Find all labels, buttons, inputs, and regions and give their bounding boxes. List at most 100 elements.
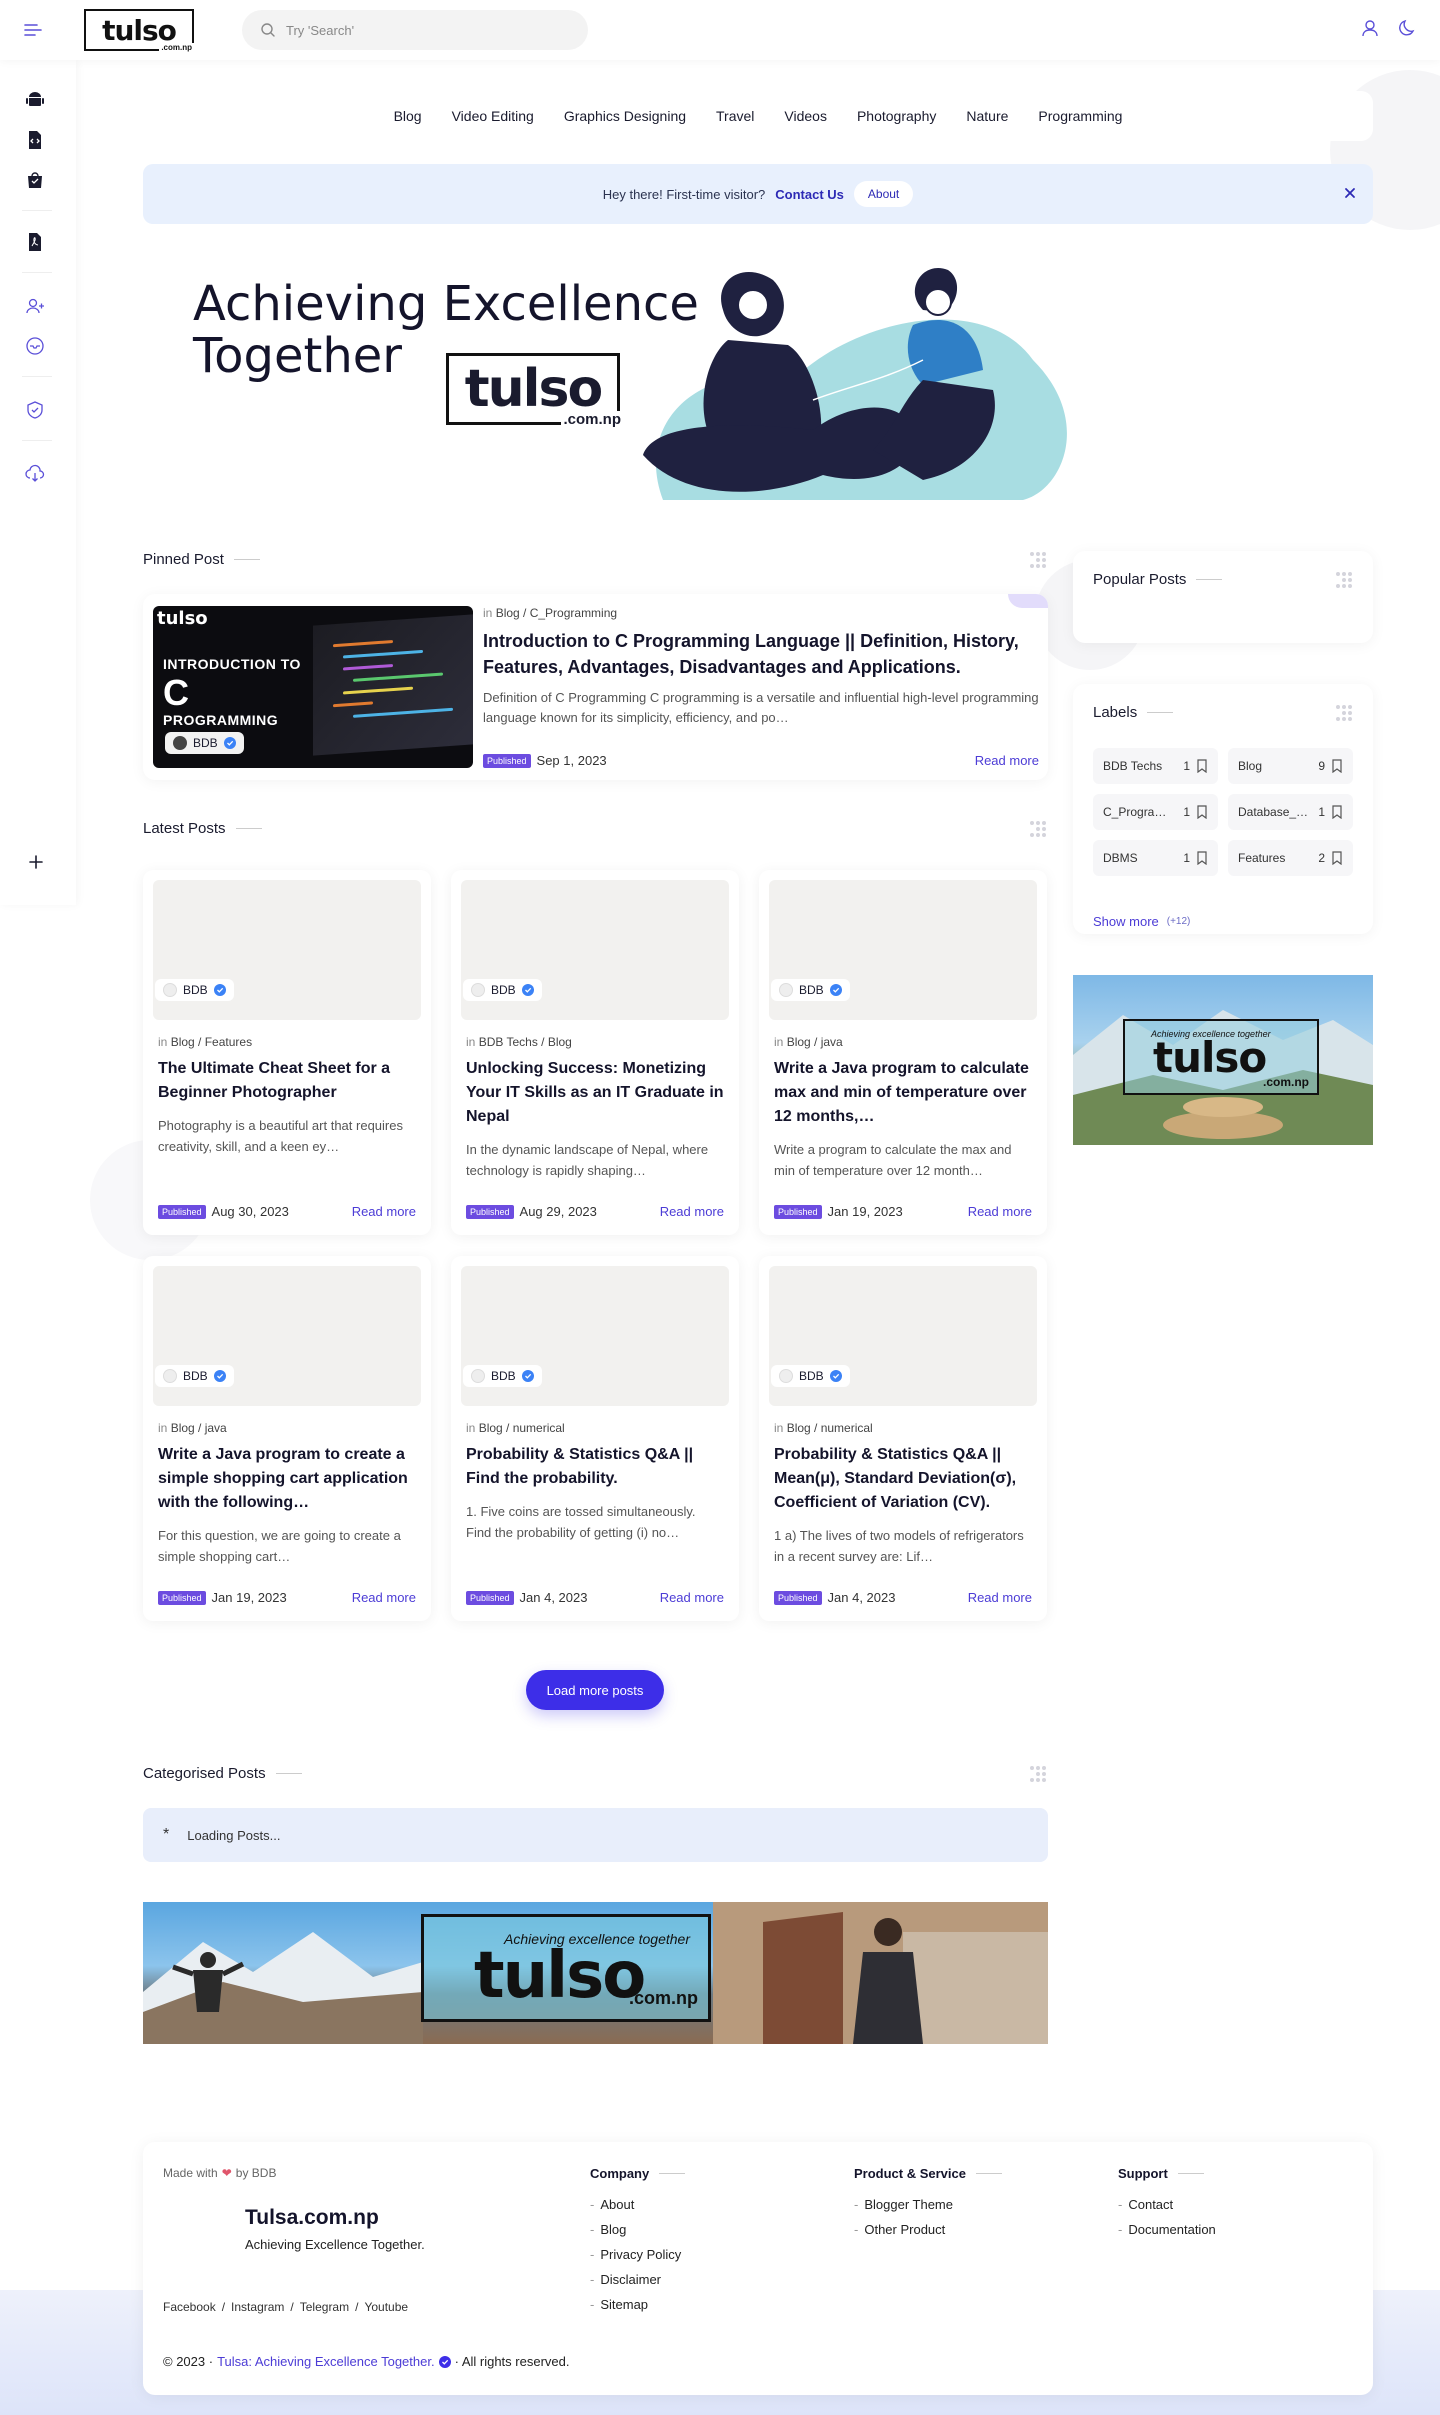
footer-site-name[interactable]: Tulsa.com.np <box>245 2206 379 2230</box>
telegram-link[interactable]: Telegram <box>300 2300 349 2314</box>
menu-icon[interactable] <box>22 20 46 40</box>
copyright-brand-link[interactable]: Tulsa: Achieving Excellence Together. <box>217 2354 435 2369</box>
footer-link-about[interactable]: About <box>590 2197 685 2212</box>
label-item[interactable]: Features 2 <box>1228 840 1353 876</box>
post-thumbnail[interactable]: tulso INTRODUCTION TO C PROGRAMMING BDB <box>153 606 473 768</box>
author-chip[interactable]: BDB <box>463 1365 542 1387</box>
footer-link-documentation[interactable]: Documentation <box>1118 2222 1215 2237</box>
author-chip[interactable]: BDB <box>463 979 542 1001</box>
shield-icon[interactable] <box>25 400 45 420</box>
post-title[interactable]: Introduction to C Programming Language |… <box>483 628 1039 680</box>
label-item[interactable]: BDB Techs 1 <box>1093 748 1218 784</box>
users-icon[interactable] <box>25 296 45 316</box>
drag-handle-icon[interactable] <box>1029 1765 1047 1783</box>
footer-link-blog[interactable]: Blog <box>590 2222 685 2237</box>
footer-link-privacy-policy[interactable]: Privacy Policy <box>590 2247 685 2262</box>
crumb-path[interactable]: Blog / numerical <box>787 1421 873 1435</box>
facebook-link[interactable]: Facebook <box>163 2300 216 2314</box>
read-more-link[interactable]: Read more <box>975 753 1039 768</box>
post-title[interactable]: Probability & Statistics Q&A || Find the… <box>466 1443 724 1491</box>
nav-item-nature[interactable]: Nature <box>966 108 1008 124</box>
pinned-post-card[interactable]: tulso INTRODUCTION TO C PROGRAMMING BDB … <box>143 594 1048 780</box>
label-item[interactable]: Database_… 1 <box>1228 794 1353 830</box>
footer-link-blogger-theme[interactable]: Blogger Theme <box>854 2197 1002 2212</box>
footer-link-contact[interactable]: Contact <box>1118 2197 1216 2212</box>
footer-link-disclaimer[interactable]: Disclaimer <box>590 2272 685 2287</box>
read-more-link[interactable]: Read more <box>968 1590 1032 1605</box>
youtube-link[interactable]: Youtube <box>364 2300 408 2314</box>
drag-handle-icon[interactable] <box>1029 551 1047 569</box>
post-card[interactable]: BDB in Blog / Features The Ultimate Cheat … <box>143 870 431 1235</box>
author-chip[interactable]: BDB <box>771 979 850 1001</box>
post-title[interactable]: Probability & Statistics Q&A || Mean(μ),… <box>774 1443 1032 1515</box>
site-logo[interactable]: tulso .com.np <box>84 9 194 52</box>
close-icon[interactable] <box>1343 186 1357 200</box>
post-card[interactable]: BDB in Blog / numerical Probability & Stat… <box>451 1256 739 1621</box>
nav-item-video-editing[interactable]: Video Editing <box>452 108 534 124</box>
label-item[interactable]: C_Progra… 1 <box>1093 794 1218 830</box>
user-icon[interactable] <box>1360 18 1380 38</box>
read-more-link[interactable]: Read more <box>660 1590 724 1605</box>
search-bar[interactable] <box>242 10 588 50</box>
crumb-path[interactable]: Blog / Features <box>171 1035 252 1049</box>
nav-item-photography[interactable]: Photography <box>857 108 936 124</box>
load-more-button[interactable]: Load more posts <box>526 1670 664 1710</box>
cloud-download-icon[interactable] <box>25 464 45 484</box>
crumb-path[interactable]: Blog / numerical <box>479 1421 565 1435</box>
post-breadcrumb[interactable]: in BDB Techs / Blog <box>466 1035 724 1049</box>
post-card[interactable]: BDB in Blog / numerical Probability & Stat… <box>759 1256 1047 1621</box>
pdf-file-icon[interactable] <box>25 232 45 252</box>
inbox-icon[interactable] <box>25 336 45 356</box>
read-more-link[interactable]: Read more <box>352 1590 416 1605</box>
footer-link-sitemap[interactable]: Sitemap <box>590 2297 685 2312</box>
post-card[interactable]: BDB in BDB Techs / Blog Unlocking Success:… <box>451 870 739 1235</box>
nav-item-programming[interactable]: Programming <box>1038 108 1122 124</box>
search-input[interactable] <box>286 22 566 38</box>
post-breadcrumb[interactable]: in Blog / C_Programming <box>483 606 1039 620</box>
nav-item-blog[interactable]: Blog <box>394 108 422 124</box>
read-more-link[interactable]: Read more <box>352 1204 416 1219</box>
code-file-icon[interactable] <box>25 130 45 150</box>
crumb-path[interactable]: Blog / java <box>171 1421 227 1435</box>
promo-banner[interactable]: Achieving excellence together tulso .com… <box>143 1902 1048 2044</box>
drag-handle-icon[interactable] <box>1335 704 1353 722</box>
post-breadcrumb[interactable]: in Blog / numerical <box>774 1421 1032 1435</box>
post-title[interactable]: The Ultimate Cheat Sheet for a Beginner … <box>158 1057 416 1105</box>
post-title[interactable]: Unlocking Success: Monetizing Your IT Sk… <box>466 1057 724 1129</box>
post-breadcrumb[interactable]: in Blog / numerical <box>466 1421 724 1435</box>
dark-mode-icon[interactable] <box>1398 18 1418 38</box>
author-chip[interactable]: BDB <box>155 979 234 1001</box>
author-chip[interactable]: BDB <box>771 1365 850 1387</box>
show-more-link[interactable]: Show more (+12) <box>1093 914 1190 929</box>
post-title[interactable]: Write a Java program to calculate max an… <box>774 1057 1032 1129</box>
read-more-link[interactable]: Read more <box>660 1204 724 1219</box>
nav-item-graphics-designing[interactable]: Graphics Designing <box>564 108 686 124</box>
footer-link-other-product[interactable]: Other Product <box>854 2222 1002 2237</box>
instagram-link[interactable]: Instagram <box>231 2300 284 2314</box>
add-icon[interactable] <box>24 850 48 874</box>
shopping-bag-icon[interactable] <box>25 170 45 190</box>
post-title[interactable]: Write a Java program to create a simple … <box>158 1443 416 1515</box>
about-button[interactable]: About <box>853 181 914 207</box>
contact-us-link[interactable]: Contact Us <box>775 187 844 202</box>
post-card[interactable]: BDB in Blog / java Write a Java program to… <box>143 1256 431 1621</box>
footer: Made with ❤ by BDB Tulsa.com.np Achievin… <box>143 2142 1373 2395</box>
sidebar-banner[interactable]: Achieving excellence together tulso .com… <box>1073 975 1373 1145</box>
post-card[interactable]: BDB in Blog / java Write a Java program to… <box>759 870 1047 1235</box>
crumb-path[interactable]: Blog / java <box>787 1035 843 1049</box>
author-chip[interactable]: BDB <box>155 1365 234 1387</box>
post-breadcrumb[interactable]: in Blog / java <box>158 1421 416 1435</box>
label-item[interactable]: Blog 9 <box>1228 748 1353 784</box>
author-chip[interactable]: BDB <box>165 732 244 754</box>
android-icon[interactable] <box>25 90 45 110</box>
nav-item-videos[interactable]: Videos <box>784 108 827 124</box>
post-breadcrumb[interactable]: in Blog / Features <box>158 1035 416 1049</box>
post-breadcrumb[interactable]: in Blog / java <box>774 1035 1032 1049</box>
drag-handle-icon[interactable] <box>1029 820 1047 838</box>
nav-item-travel[interactable]: Travel <box>716 108 754 124</box>
crumb-path[interactable]: Blog / C_Programming <box>496 606 617 620</box>
crumb-path[interactable]: BDB Techs / Blog <box>479 1035 572 1049</box>
drag-handle-icon[interactable] <box>1335 571 1353 589</box>
label-item[interactable]: DBMS 1 <box>1093 840 1218 876</box>
read-more-link[interactable]: Read more <box>968 1204 1032 1219</box>
